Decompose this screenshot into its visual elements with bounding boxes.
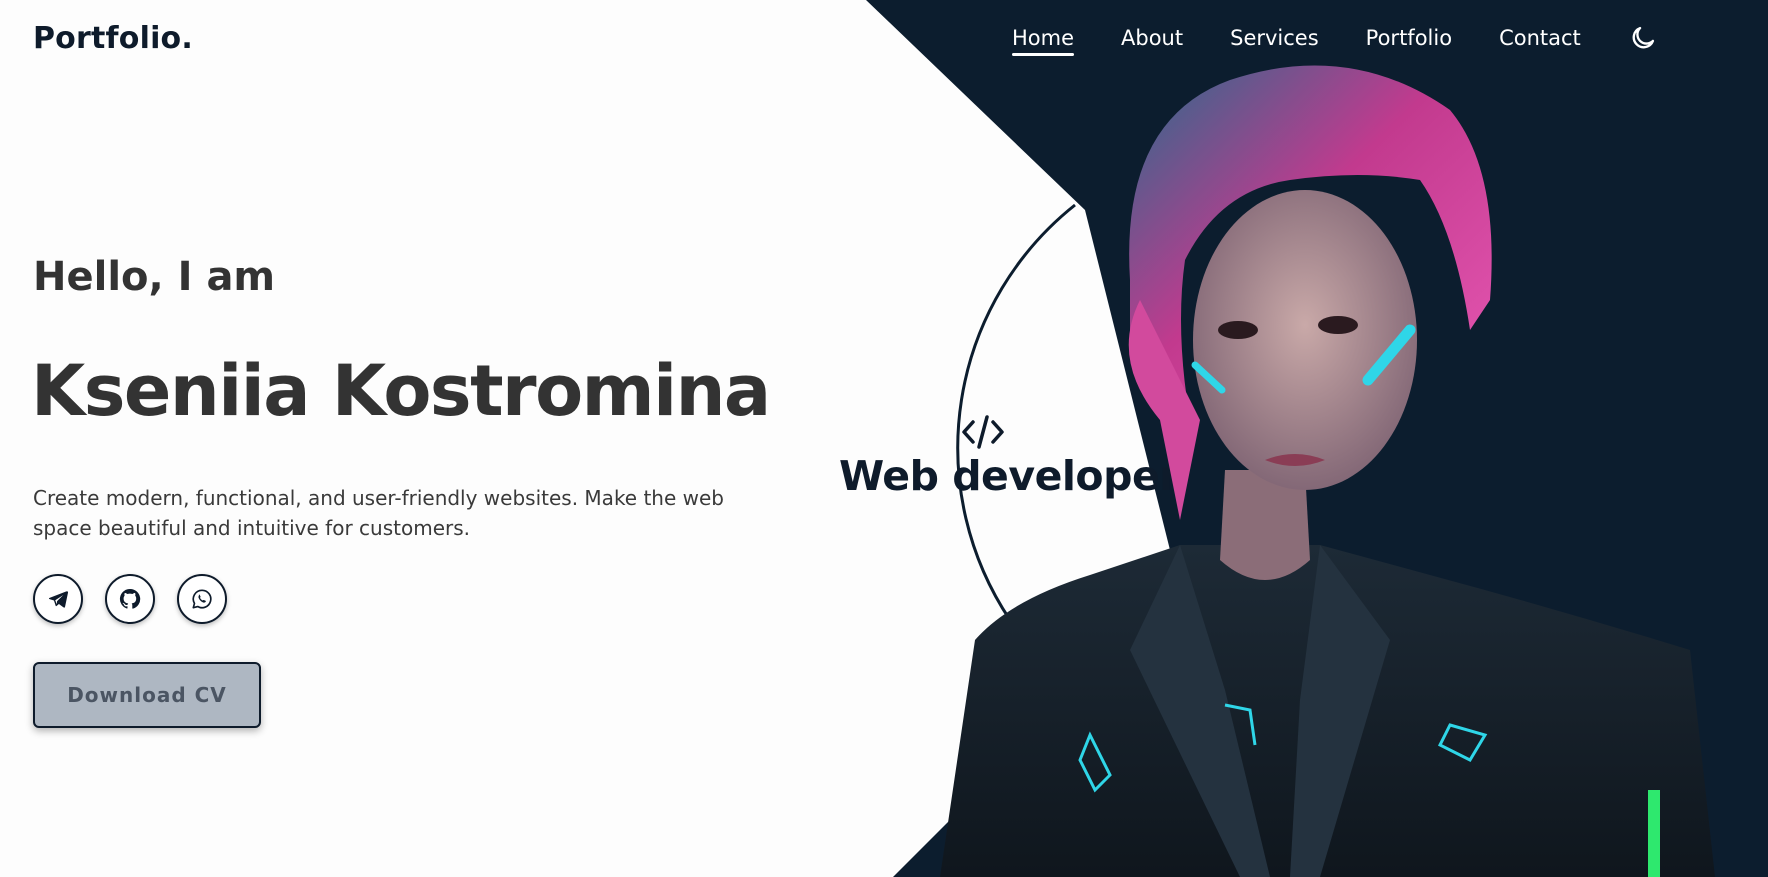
main-nav: Home About Services Portfolio Contact	[1012, 26, 1658, 56]
github-icon	[119, 588, 141, 609]
code-icon	[962, 415, 1004, 449]
hero-greeting: Hello, I am	[33, 254, 276, 300]
hero-name: Kseniia Kostromina	[31, 350, 771, 432]
whatsapp-icon	[192, 589, 212, 609]
nav-portfolio[interactable]: Portfolio	[1366, 26, 1452, 56]
site-logo[interactable]: Portfolio.	[33, 21, 193, 56]
nav-about[interactable]: About	[1121, 26, 1183, 56]
hero-backdrop	[866, 0, 1768, 877]
role-title: Web developer	[839, 452, 1179, 500]
telegram-link[interactable]	[33, 574, 83, 624]
hero-description: Create modern, functional, and user-frie…	[33, 486, 725, 540]
moon-icon	[1632, 26, 1654, 49]
theme-toggle-button[interactable]	[1628, 23, 1658, 53]
whatsapp-link[interactable]	[177, 574, 227, 624]
download-cv-button[interactable]: Download CV	[33, 662, 261, 728]
nav-contact[interactable]: Contact	[1499, 26, 1581, 56]
portfolio-page: Portfolio. Home About Services Portfolio…	[0, 0, 1768, 877]
social-links	[33, 574, 249, 624]
telegram-icon	[48, 591, 69, 608]
nav-services[interactable]: Services	[1230, 26, 1319, 56]
github-link[interactable]	[105, 574, 155, 624]
nav-home[interactable]: Home	[1012, 26, 1075, 56]
